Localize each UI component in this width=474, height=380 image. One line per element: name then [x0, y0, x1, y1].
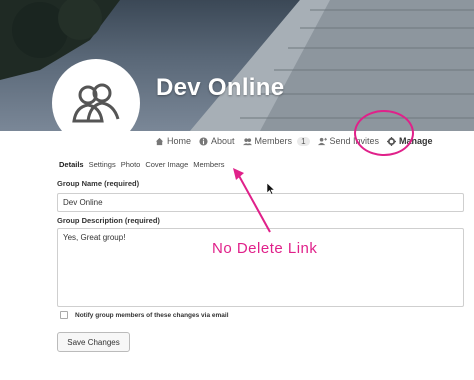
manage-sub-tabs: Details Settings Photo Cover Image Membe…: [59, 160, 225, 169]
group-people-icon: [72, 83, 120, 123]
notify-members-label: Notify group members of these changes vi…: [75, 311, 229, 319]
tab-details[interactable]: Details: [59, 160, 84, 169]
members-count-badge: 1: [297, 136, 310, 146]
nav-members[interactable]: Members 1: [242, 136, 310, 146]
tab-members[interactable]: Members: [193, 160, 224, 169]
annotation-text: No Delete Link: [212, 240, 318, 257]
tab-settings[interactable]: Settings: [89, 160, 116, 169]
home-icon: [155, 137, 164, 145]
group-title: Dev Online: [156, 74, 285, 101]
nav-about[interactable]: About: [199, 136, 235, 146]
send-invites-icon: [317, 137, 327, 145]
nav-about-label: About: [211, 136, 235, 146]
members-icon: [242, 137, 252, 145]
manage-highlight-circle: [354, 110, 414, 156]
tab-cover-image[interactable]: Cover Image: [145, 160, 188, 169]
notify-members-option: Notify group members of these changes vi…: [60, 311, 229, 319]
nav-home-label: Home: [167, 136, 192, 146]
group-description-label: Group Description (required): [57, 216, 160, 225]
group-avatar: [55, 62, 137, 144]
nav-members-label: Members: [254, 136, 293, 146]
mouse-cursor-icon: [267, 183, 275, 195]
info-icon: [199, 136, 208, 146]
group-name-label: Group Name (required): [57, 179, 140, 188]
notify-members-checkbox[interactable]: [60, 311, 68, 319]
tab-photo[interactable]: Photo: [121, 160, 141, 169]
nav-home[interactable]: Home: [155, 136, 191, 146]
group-name-input[interactable]: Dev Online: [57, 193, 464, 212]
save-changes-button[interactable]: Save Changes: [57, 332, 130, 352]
